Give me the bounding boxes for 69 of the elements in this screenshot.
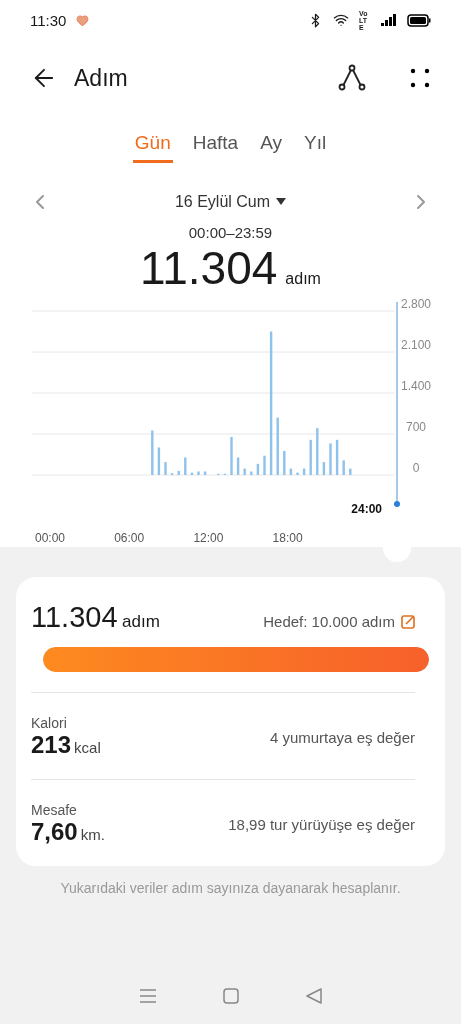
cursor-time-label: 24:00 — [351, 502, 382, 516]
bar — [164, 462, 167, 475]
metric-value: 7,60 — [31, 818, 78, 845]
bar — [184, 457, 187, 475]
step-total: 11.304 — [140, 241, 278, 295]
bar — [302, 468, 306, 475]
bar — [316, 428, 319, 475]
date-selector[interactable]: 16 Eylül Cum — [174, 193, 287, 211]
steps-value: 11.304 — [31, 601, 118, 633]
metric-value: 213 — [31, 731, 72, 758]
bar — [230, 436, 233, 475]
bar — [256, 463, 260, 475]
y-tick-label: 1.400 — [401, 379, 431, 393]
share-icon[interactable] — [337, 63, 367, 93]
caret-icon — [276, 198, 287, 206]
home-icon[interactable] — [223, 988, 240, 1004]
bar — [349, 468, 352, 475]
bar — [157, 447, 161, 475]
x-tick-label: 00:00 — [35, 531, 65, 545]
bar — [236, 457, 240, 475]
bar — [151, 430, 154, 475]
bar — [263, 455, 266, 475]
wifi-icon — [333, 12, 349, 28]
bar — [276, 417, 279, 475]
page-title: Adım — [74, 64, 129, 92]
step-unit: adım — [285, 270, 321, 288]
metric-unit: kcal — [74, 739, 101, 756]
metric-unit: km. — [80, 826, 105, 843]
steps-unit: adım — [122, 612, 160, 631]
metric-label: Mesafe — [31, 802, 78, 818]
bar — [197, 471, 200, 475]
bar — [203, 471, 207, 475]
battery-icon — [407, 13, 431, 27]
more-icon[interactable] — [409, 67, 431, 89]
metric-label: Kalori — [31, 715, 68, 731]
y-tick-label: 2.100 — [401, 338, 431, 352]
bar — [289, 468, 293, 475]
bar — [322, 462, 326, 475]
bar — [177, 470, 180, 475]
menu-icon[interactable] — [139, 988, 158, 1004]
x-tick-label: 18:00 — [272, 531, 303, 545]
tab[interactable]: Ay — [258, 120, 284, 163]
metric-equivalent: 18,99 tur yürüyüşe eş değer — [228, 815, 415, 833]
y-tick-label: 2.800 — [401, 297, 431, 311]
y-tick-label: 0 — [412, 461, 420, 475]
tab[interactable]: Yıl — [302, 120, 329, 163]
metric-equivalent: 4 yumurtaya eş değer — [269, 728, 415, 746]
bar — [309, 439, 312, 475]
bar — [283, 451, 286, 475]
bar — [243, 468, 246, 475]
bar — [329, 443, 332, 475]
x-tick-label: 12:00 — [193, 531, 224, 545]
signal-icon — [381, 14, 397, 26]
y-tick-label: 700 — [406, 420, 426, 434]
status-time: 11:30 — [30, 11, 67, 29]
time-cursor[interactable] — [394, 301, 400, 507]
bar — [190, 472, 194, 475]
heart-icon — [76, 13, 90, 27]
back-nav-icon[interactable] — [305, 988, 322, 1004]
edit-icon[interactable] — [401, 614, 415, 629]
x-tick-label: 06:00 — [114, 531, 145, 545]
bar — [335, 439, 339, 475]
bar — [296, 472, 299, 475]
time-range: 00:00–23:59 — [187, 224, 274, 241]
footnote: Yukarıdaki veriler adım sayınıza dayanarak hesaplanır. — [59, 880, 402, 896]
bar — [342, 460, 345, 475]
goal-text: Hedef: 10.000 adım — [263, 613, 395, 630]
bar — [250, 471, 253, 475]
tab[interactable]: Hafta — [190, 120, 241, 163]
